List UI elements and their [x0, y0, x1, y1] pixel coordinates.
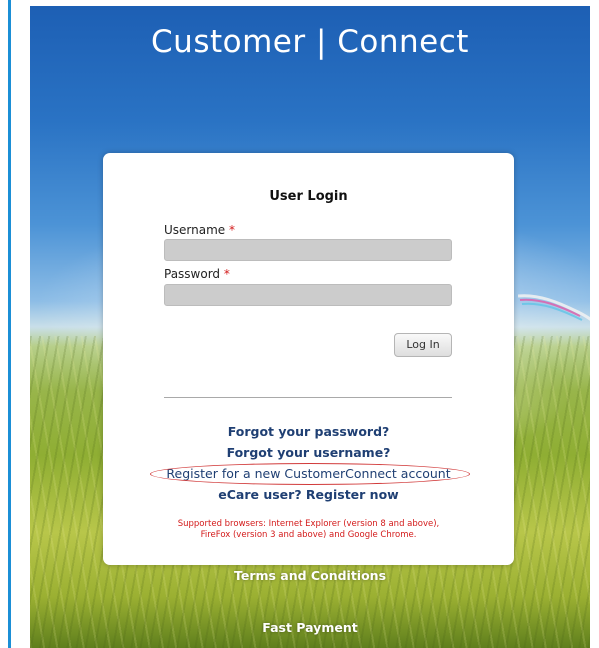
section-divider: [164, 397, 452, 398]
forgot-username-link[interactable]: Forgot your username?: [103, 442, 514, 463]
password-required-marker: *: [223, 267, 230, 281]
customer-connect-logo: Customer | Connect: [151, 24, 469, 60]
terms-and-conditions-link[interactable]: Terms and Conditions: [30, 568, 590, 583]
password-label-text: Password: [164, 267, 221, 281]
login-card: User Login Username * Password * Log In …: [103, 153, 514, 565]
fast-payment-link[interactable]: Fast Payment: [30, 620, 590, 635]
username-label-text: Username: [164, 223, 226, 237]
log-in-button[interactable]: Log In: [394, 333, 452, 357]
left-border-rule: [8, 0, 11, 648]
login-title: User Login: [269, 189, 348, 204]
password-label: Password *: [164, 267, 230, 281]
register-new-account-link[interactable]: Register for a new CustomerConnect accou…: [103, 463, 514, 484]
supported-browsers-notice: Supported browsers: Internet Explorer (v…: [103, 519, 514, 541]
kite-tail-image: [518, 294, 590, 321]
account-links: Forgot your password? Forgot your userna…: [103, 421, 514, 505]
password-input[interactable]: [164, 284, 452, 306]
supported-browsers-line-1: Supported browsers: Internet Explorer (v…: [177, 519, 440, 529]
supported-browsers-line-2: FireFox (version 3 and above) and Google…: [200, 530, 417, 540]
username-label: Username *: [164, 223, 235, 237]
forgot-password-link[interactable]: Forgot your password?: [103, 421, 514, 442]
hero-background: Customer | Connect User Login Username *…: [30, 6, 590, 648]
ecare-register-link[interactable]: eCare user? Register now: [103, 484, 514, 505]
username-required-marker: *: [229, 223, 235, 237]
page-frame: Customer | Connect User Login Username *…: [0, 0, 599, 648]
username-input[interactable]: [164, 239, 452, 261]
